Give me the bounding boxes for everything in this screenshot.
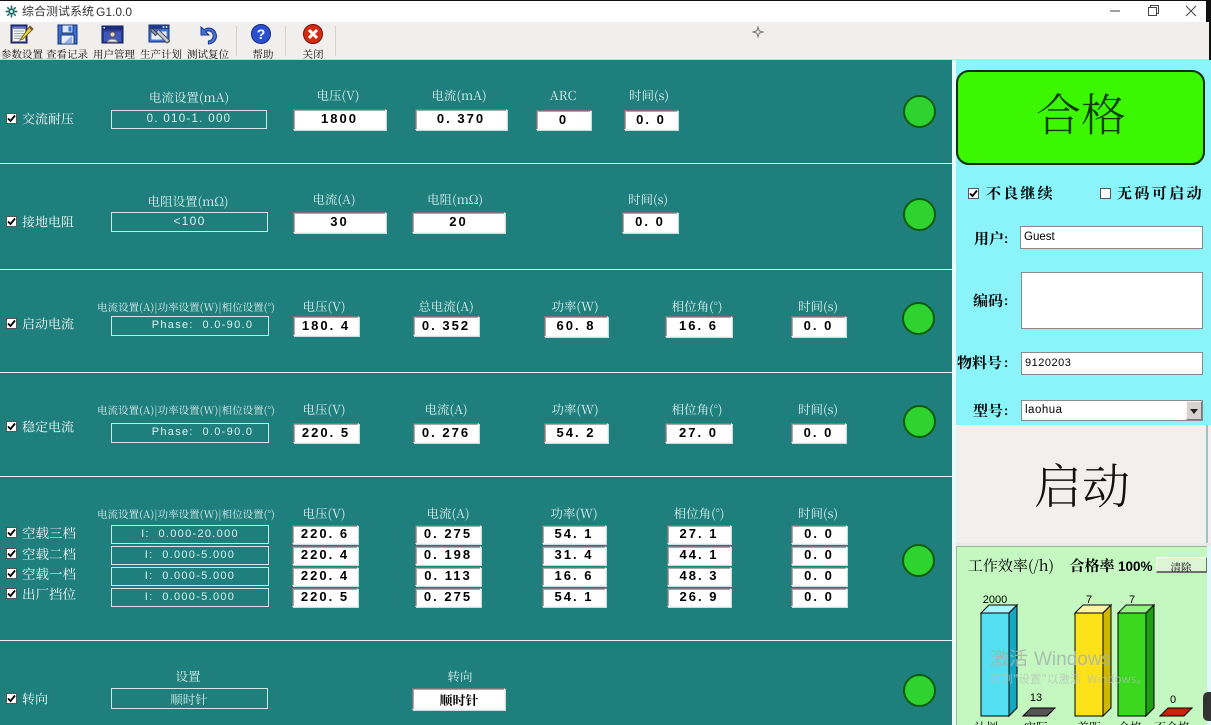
svg-text:?: ? [257,26,266,42]
